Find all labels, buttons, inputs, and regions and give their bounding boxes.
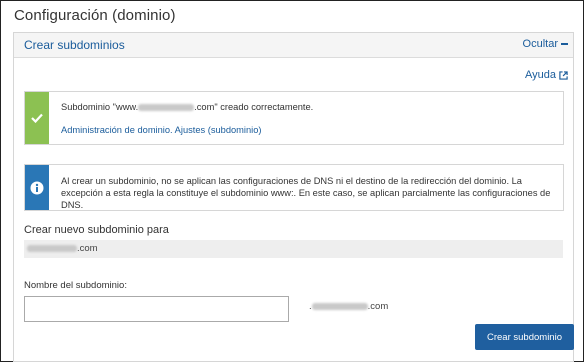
suffix-tld: .com: [367, 301, 389, 312]
panel-header: Crear subdominios Ocultar: [14, 33, 573, 58]
parent-domain-suffix: .com: [77, 243, 98, 254]
checkmark-icon: [31, 113, 43, 123]
collapse-label: Ocultar: [522, 38, 558, 50]
info-alert: Al crear un subdominio, no se aplican la…: [24, 164, 564, 211]
info-message: Al crear un subdominio, no se aplican la…: [61, 176, 551, 210]
section-title: Crear nuevo subdominio para: [24, 224, 169, 236]
domain-admin-links[interactable]: Administración de dominio. Ajustes (subd…: [61, 124, 553, 136]
info-bar: [25, 165, 49, 210]
external-link-icon: [559, 70, 568, 80]
create-subdomains-panel: Crear subdominios Ocultar Ayuda Subdomin…: [13, 32, 574, 362]
create-subdomain-button[interactable]: Crear subdominio: [475, 324, 574, 350]
parent-domain: .com: [24, 240, 563, 258]
success-message: Subdominio "www. .com" creado correctamen…: [61, 101, 553, 113]
success-prefix: Subdominio "www.: [61, 102, 139, 112]
subdomain-name-label: Nombre del subdominio:: [24, 280, 127, 291]
success-alert: Subdominio "www. .com" creado correctamen…: [24, 91, 564, 145]
subdomain-name-input[interactable]: [24, 296, 289, 322]
success-bar: [25, 92, 49, 144]
redacted-domain: [27, 244, 77, 252]
collapse-toggle[interactable]: Ocultar: [523, 38, 568, 50]
info-icon: [30, 181, 44, 194]
success-suffix: .com" creado correctamente.: [194, 102, 314, 112]
panel-title: Crear subdominios: [24, 38, 125, 52]
redacted-domain: [311, 302, 368, 310]
help-link[interactable]: Ayuda: [525, 69, 568, 81]
page-title: Configuración (dominio): [14, 7, 176, 24]
minus-icon: [561, 43, 568, 45]
help-label: Ayuda: [525, 69, 556, 81]
redacted-domain: [138, 104, 195, 112]
input-domain-suffix: . .com: [309, 301, 388, 312]
